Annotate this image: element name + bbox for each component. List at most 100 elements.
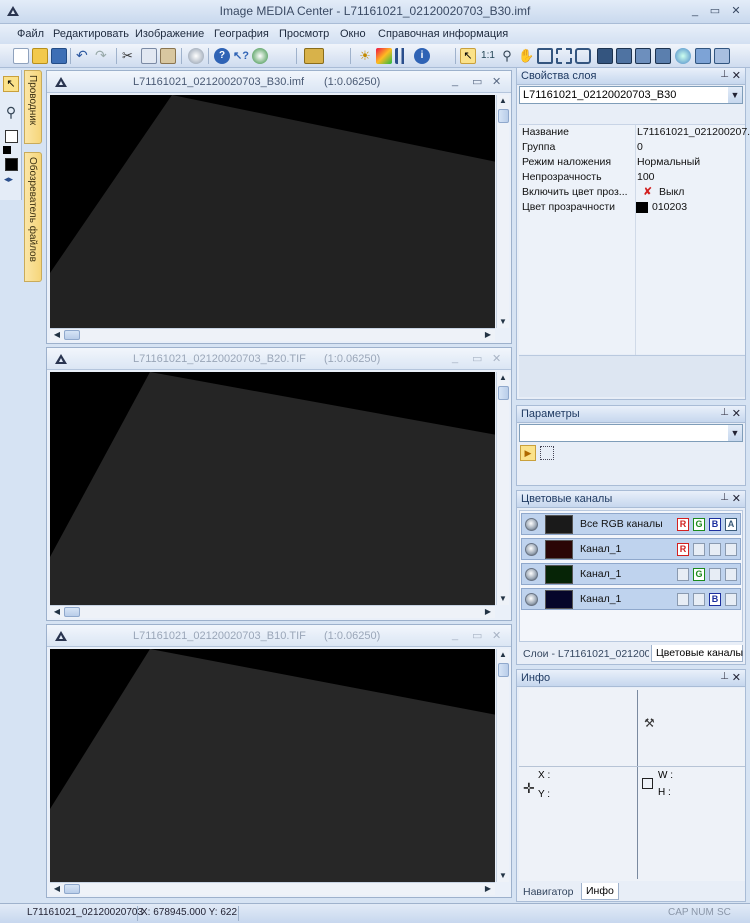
paste-icon[interactable] — [160, 48, 176, 64]
pan-hand-icon[interactable]: ✋ — [518, 48, 534, 64]
property-row-opacity[interactable]: Непрозрачность 100 — [519, 170, 745, 185]
scroll-left-icon[interactable]: ◀ — [51, 329, 63, 341]
foreground-color-swatch[interactable] — [5, 158, 18, 171]
menu-file[interactable]: Файл — [17, 28, 44, 40]
menu-view[interactable]: Просмотр — [279, 28, 329, 40]
alpha-channel-toggle[interactable] — [725, 593, 737, 606]
scroll-left-icon[interactable]: ◀ — [51, 883, 63, 895]
image-canvas[interactable] — [50, 95, 495, 328]
scroll-down-icon[interactable]: ▼ — [497, 870, 509, 882]
scroll-up-icon[interactable]: ▲ — [497, 95, 509, 107]
vertical-scrollbar[interactable]: ▲ ▼ — [496, 649, 509, 882]
doc-close-button[interactable]: ✕ — [492, 629, 501, 642]
horizontal-scrollbar[interactable]: ◀ ▶ — [50, 882, 495, 895]
redo-icon[interactable]: ↷ — [95, 48, 111, 64]
green-channel-toggle[interactable]: G — [693, 568, 705, 581]
swap-colors-icon[interactable] — [3, 146, 11, 154]
chevron-down-icon[interactable]: ▼ — [728, 87, 742, 103]
maximize-button[interactable]: ▭ — [706, 3, 724, 19]
document-header[interactable]: L71161021_02120020703_B10.TIF (1:0.06250… — [47, 625, 511, 647]
green-channel-toggle[interactable]: G — [693, 518, 705, 531]
doc-minimize-button[interactable]: _ — [452, 75, 458, 87]
scanner-icon[interactable] — [304, 48, 324, 64]
scroll-thumb[interactable] — [64, 330, 80, 340]
magnifier-tool-icon[interactable]: ⚲ — [3, 104, 19, 120]
channel-row-blue[interactable]: Канал_1 B — [521, 588, 741, 610]
red-channel-toggle[interactable]: R — [677, 518, 689, 531]
property-row-transparency-enable[interactable]: Включить цвет проз... ✘ Выкл — [519, 185, 745, 200]
visibility-icon[interactable] — [525, 518, 538, 531]
save-icon[interactable] — [51, 48, 67, 64]
channel-row-red[interactable]: Канал_1 R — [521, 538, 741, 560]
help-icon[interactable]: ? — [214, 48, 230, 64]
tab-layers[interactable]: Слои - L71161021_021200... — [519, 646, 649, 663]
scroll-thumb[interactable] — [64, 607, 80, 617]
menu-image[interactable]: Изображение — [135, 28, 204, 40]
property-row-transparency-color[interactable]: Цвет прозрачности 010203 — [519, 200, 745, 215]
scroll-up-icon[interactable]: ▲ — [497, 649, 509, 661]
pin-icon[interactable]: ⊥ — [720, 69, 729, 80]
scroll-thumb[interactable] — [498, 109, 509, 123]
select-pointer-icon[interactable]: ↖ — [460, 48, 476, 64]
document-header[interactable]: L71161021_02120020703_B20.TIF (1:0.06250… — [47, 348, 511, 370]
menu-window[interactable]: Окно — [340, 28, 366, 40]
panel-close-button[interactable]: ✕ — [732, 492, 741, 505]
channel-row-green[interactable]: Канал_1 G — [521, 563, 741, 585]
histogram-icon[interactable] — [395, 48, 411, 64]
about-icon[interactable] — [252, 48, 268, 64]
tile-horizontal-icon[interactable] — [616, 48, 632, 64]
list-icon[interactable] — [540, 446, 554, 460]
document-window-b30[interactable]: L71161021_02120020703_B30.imf (1:0.06250… — [46, 70, 512, 344]
scroll-down-icon[interactable]: ▼ — [497, 593, 509, 605]
doc-minimize-button[interactable]: _ — [452, 629, 458, 641]
scroll-right-icon[interactable]: ▶ — [482, 329, 494, 341]
background-color-swatch[interactable] — [5, 130, 18, 143]
menu-help[interactable]: Справочная информация — [378, 28, 508, 40]
red-channel-toggle[interactable]: R — [677, 543, 689, 556]
pointer-tool-icon[interactable]: ↖ — [3, 76, 19, 92]
info-icon[interactable]: i — [414, 48, 430, 64]
pin-icon[interactable]: ⊥ — [720, 492, 729, 503]
undo-icon[interactable]: ↶ — [76, 48, 92, 64]
close-button[interactable]: ✕ — [727, 3, 745, 19]
color-balance-icon[interactable] — [376, 48, 392, 64]
red-channel-toggle[interactable] — [677, 568, 689, 581]
green-channel-toggle[interactable] — [693, 593, 705, 606]
brightness-icon[interactable]: ☀ — [357, 48, 373, 64]
arrange-icon[interactable] — [655, 48, 671, 64]
alpha-channel-toggle[interactable] — [725, 568, 737, 581]
image-canvas[interactable] — [50, 372, 495, 605]
visibility-icon[interactable] — [525, 568, 538, 581]
blue-channel-toggle[interactable]: B — [709, 518, 721, 531]
red-channel-toggle[interactable] — [677, 593, 689, 606]
panel-close-button[interactable]: ✕ — [732, 671, 741, 684]
doc-maximize-button[interactable]: ▭ — [472, 75, 482, 88]
alpha-channel-toggle[interactable]: A — [725, 518, 737, 531]
horizontal-scrollbar[interactable]: ◀ ▶ — [50, 605, 495, 618]
green-channel-toggle[interactable] — [693, 543, 705, 556]
pin-icon[interactable]: ⊥ — [720, 671, 729, 682]
vertical-scrollbar[interactable]: ▲ ▼ — [496, 372, 509, 605]
new-file-icon[interactable] — [13, 48, 29, 64]
property-row-name[interactable]: Название L71161021_021200207... — [519, 125, 750, 140]
document-window-b10[interactable]: L71161021_02120020703_B10.TIF (1:0.06250… — [46, 624, 512, 898]
pin-icon[interactable]: ⊥ — [720, 407, 729, 418]
visibility-icon[interactable] — [525, 543, 538, 556]
tile-vertical-icon[interactable] — [597, 48, 613, 64]
document-header[interactable]: L71161021_02120020703_B30.imf (1:0.06250… — [47, 71, 511, 93]
property-row-blend-mode[interactable]: Режим наложения Нормальный — [519, 155, 745, 170]
scroll-down-icon[interactable]: ▼ — [497, 316, 509, 328]
export-icon[interactable] — [695, 48, 711, 64]
refresh-icon[interactable] — [675, 48, 691, 64]
tab-navigator[interactable]: Навигатор — [519, 884, 577, 901]
cut-icon[interactable]: ✂ — [122, 48, 138, 64]
print-icon[interactable] — [188, 48, 204, 64]
horizontal-scrollbar[interactable]: ◀ ▶ — [50, 328, 495, 341]
run-icon[interactable]: ▶ — [520, 445, 536, 461]
property-row-group[interactable]: Группа 0 — [519, 140, 745, 155]
layer-select[interactable]: L71161021_02120020703_B30 ▼ — [519, 86, 743, 104]
fit-window-icon[interactable] — [537, 48, 553, 64]
tab-explorer[interactable]: Проводник — [24, 70, 42, 144]
chevron-down-icon[interactable]: ▼ — [728, 425, 742, 441]
open-folder-icon[interactable] — [32, 48, 48, 64]
